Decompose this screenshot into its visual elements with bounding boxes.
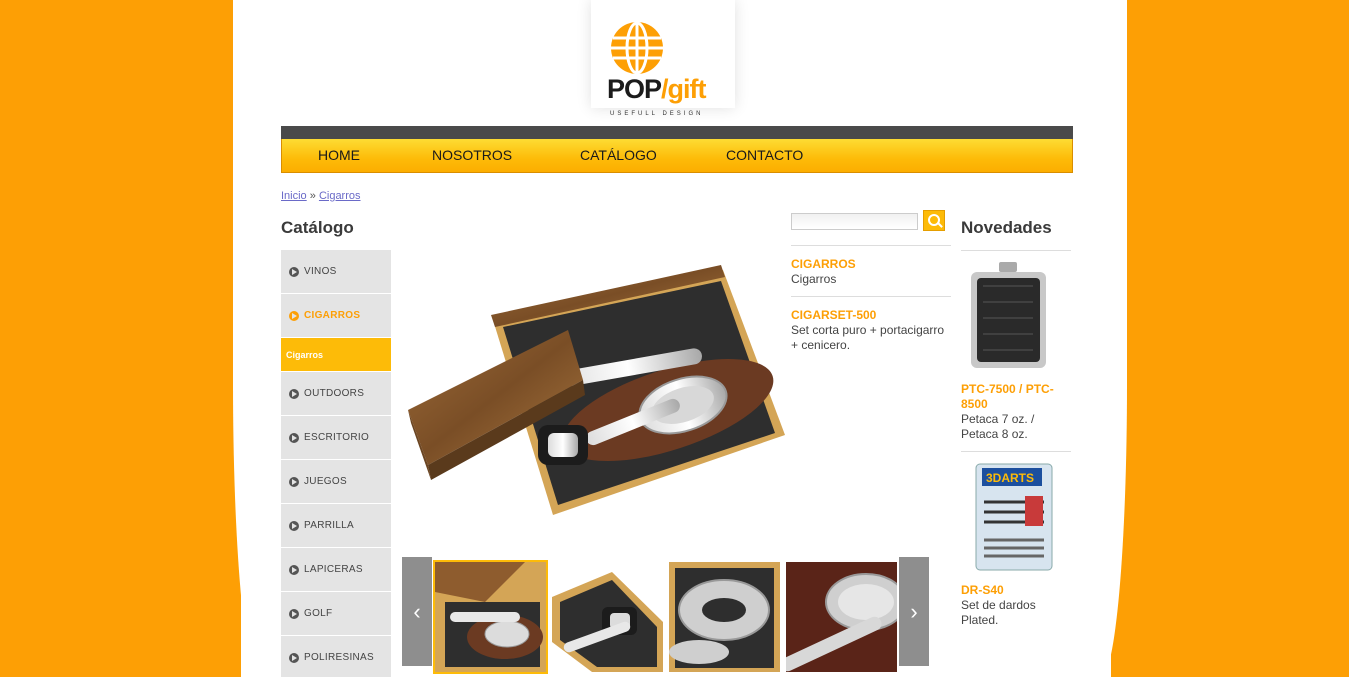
svg-text:3DARTS: 3DARTS [986,471,1034,485]
product-code: CIGARSET-500 [791,308,877,322]
product-description: Set corta puro + portacigarro + cenicero… [791,323,945,352]
thumbnail-image [435,562,546,672]
arrow-circle-icon [289,388,299,399]
breadcrumb-current-link[interactable]: Cigarros [319,190,361,202]
novedad-image-flask[interactable] [961,262,1056,372]
thumb-next-button[interactable]: › [899,557,929,666]
sidebar-item-juegos[interactable]: JUEGOS [281,460,391,503]
novedad-desc-1: Petaca 7 oz. / Petaca 8 oz. [961,412,1035,441]
sidebar-item-golf[interactable]: GOLF [281,592,391,635]
sidebar-item-outdoors[interactable]: OUTDOORS [281,372,391,415]
category-title: CIGARROS [791,257,856,271]
divider [791,296,951,297]
nav-top-strip [281,126,1073,139]
sidebar-subitem-cigarros[interactable]: Cigarros [281,338,391,371]
divider [961,451,1071,452]
thumbnail-image [669,562,780,672]
novedad-image-darts[interactable]: 3DARTS [970,462,1058,572]
thumbnail-image [786,562,897,672]
nav-item-home[interactable]: HOME [318,147,360,163]
thumbnail-3[interactable] [669,562,780,672]
thumbnail-4[interactable] [786,562,897,672]
arrow-circle-icon [289,432,299,443]
sidebar-item-poliresinas[interactable]: POLIRESINAS [281,636,391,677]
divider [791,245,951,246]
search-button[interactable] [923,210,945,231]
novedades-title: Novedades [961,218,1052,237]
main-nav: HOME NOSOTROS CATÁLOGO CONTACTO [281,139,1073,173]
nav-item-catalogo[interactable]: CATÁLOGO [580,147,657,163]
thumbnail-2[interactable] [552,562,663,672]
globe-icon [611,21,663,75]
sidebar-item-lapiceras[interactable]: LAPICERAS [281,548,391,591]
arrow-circle-icon [289,652,299,663]
logo-wordmark: POP/gift [607,74,707,104]
breadcrumb-separator: » [309,190,316,202]
arrow-circle-icon [289,266,299,277]
sidebar-item-parrilla[interactable]: PARRILLA [281,504,391,547]
sidebar-item-cigarros[interactable]: CIGARROS [281,294,391,337]
sidebar-item-vinos[interactable]: VINOS [281,250,391,293]
novedad-code-2[interactable]: DR-S40 [961,583,1061,598]
logo-tagline: USEFULL DESIGN [610,111,704,117]
catalog-title: Catálogo [281,218,354,237]
novedad-code-1[interactable]: PTC-7500 / PTC-8500 [961,382,1061,412]
sidebar-item-escritorio[interactable]: ESCRITORIO [281,416,391,459]
arrow-circle-icon [289,608,299,619]
logo[interactable]: POP/gift [591,0,735,108]
novedad-desc-2: Set de dardos Plated. [961,598,1036,627]
search-input[interactable] [791,213,918,230]
arrow-circle-icon [289,476,299,487]
catalog-sidebar: VINOS CIGARROS Cigarros OUTDOORS ESCRITO… [281,250,391,677]
thumbnail-1[interactable] [433,560,548,674]
breadcrumb-home-link[interactable]: Inicio [281,190,307,202]
chevron-left-icon: ‹ [413,598,421,624]
divider [961,250,1071,251]
thumbnail-image [552,562,663,672]
arrow-circle-icon [289,520,299,531]
category-text: Cigarros [791,272,837,286]
arrow-circle-icon [289,564,299,575]
thumb-prev-button[interactable]: ‹ [402,557,432,666]
nav-item-nosotros[interactable]: NOSOTROS [432,147,512,163]
product-main-image[interactable] [403,265,788,525]
breadcrumb: Inicio » Cigarros [281,190,361,202]
nav-item-contacto[interactable]: CONTACTO [726,147,803,163]
chevron-right-icon: › [910,598,918,624]
arrow-circle-icon [289,310,299,321]
